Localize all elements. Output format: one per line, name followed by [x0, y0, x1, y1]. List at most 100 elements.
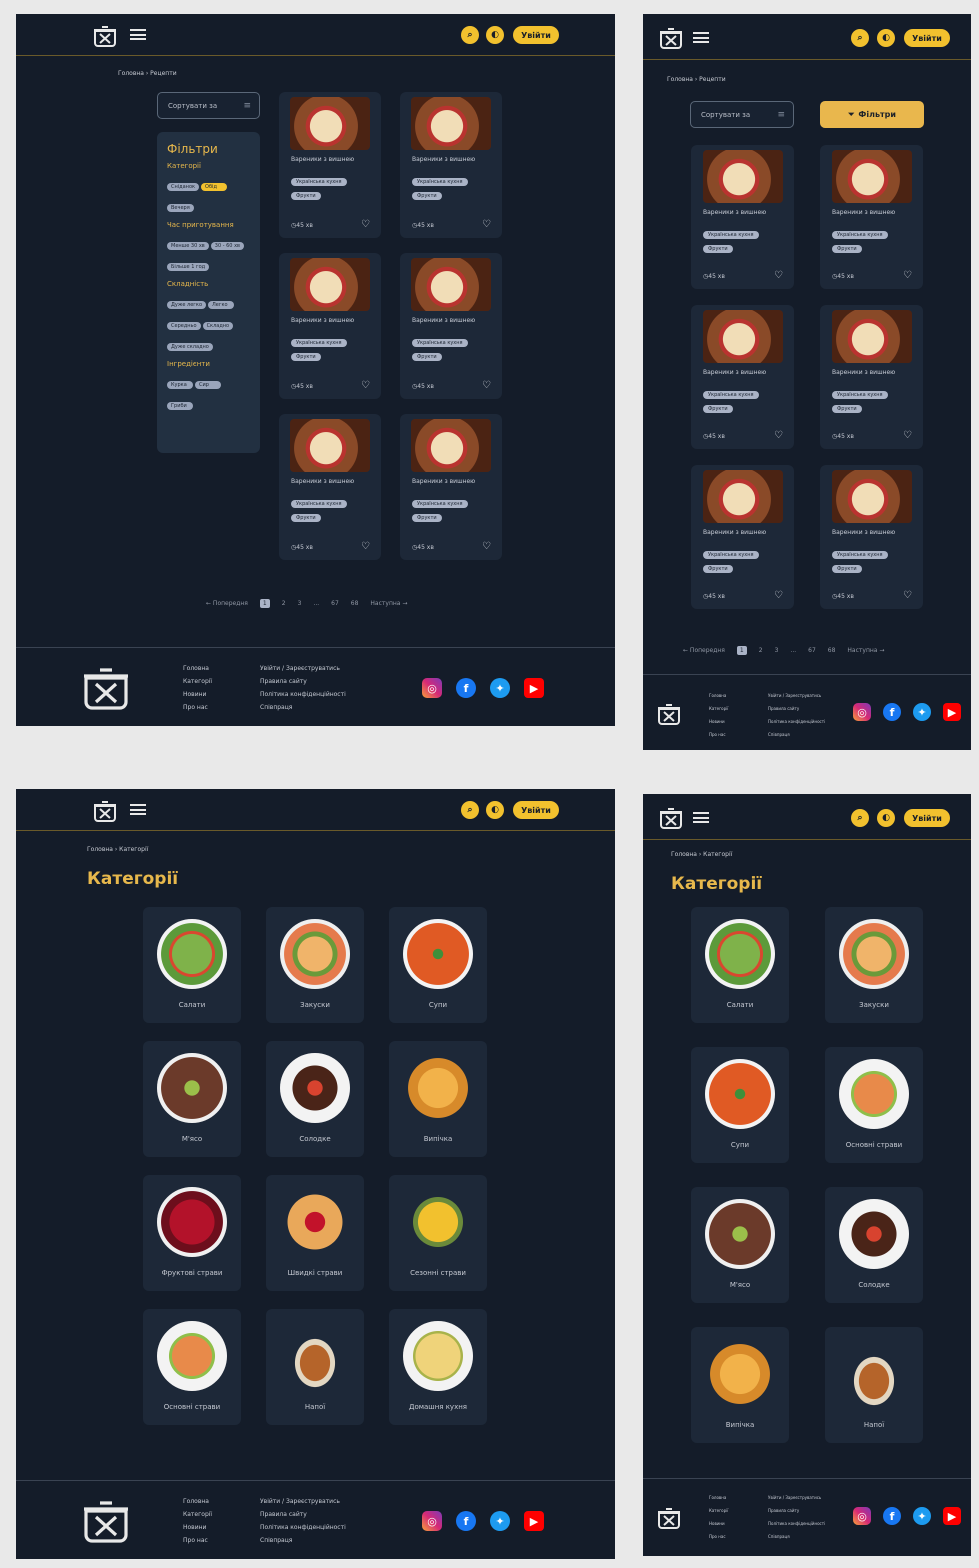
recipe-card[interactable]: Вареники з вишнею Українська кухня Фрукти ◷…	[400, 253, 502, 399]
footer-link[interactable]: Увійти / Зареєструватись	[768, 1491, 825, 1504]
category-tile[interactable]: Салати	[143, 907, 241, 1023]
page-link[interactable]: 68	[828, 647, 836, 654]
instagram-icon[interactable]: ◎	[853, 1507, 871, 1525]
sort-dropdown[interactable]: Сортувати за	[690, 101, 794, 128]
footer-link[interactable]: Співпраця	[260, 701, 346, 714]
footer-link[interactable]: Категорії	[183, 1508, 212, 1521]
page-link[interactable]: 3	[298, 600, 302, 607]
heart-icon[interactable]: ♡	[774, 431, 783, 441]
footer-link[interactable]: Про нас	[183, 701, 212, 714]
category-tile[interactable]: М'ясо	[691, 1187, 789, 1303]
category-tile[interactable]: Основні страви	[825, 1047, 923, 1163]
login-button[interactable]: Увійти	[904, 809, 950, 827]
twitter-icon[interactable]: ✦	[490, 1511, 510, 1531]
heart-icon[interactable]: ♡	[482, 220, 491, 230]
youtube-icon[interactable]: ▶	[524, 678, 544, 698]
menu-icon[interactable]	[693, 32, 709, 43]
theme-icon[interactable]: ◐	[877, 29, 895, 47]
facebook-icon[interactable]: f	[456, 678, 476, 698]
footer-link[interactable]: Про нас	[183, 1534, 212, 1547]
footer-link[interactable]: Про нас	[709, 728, 728, 741]
category-tile[interactable]: Випічка	[389, 1041, 487, 1157]
login-button[interactable]: Увійти	[513, 26, 559, 44]
filter-chip[interactable]: Легко	[208, 301, 235, 309]
category-tile[interactable]: Супи	[691, 1047, 789, 1163]
recipe-card[interactable]: Вареники з вишнею Українська кухня Фрукти ◷…	[691, 305, 794, 449]
menu-icon[interactable]	[693, 812, 709, 823]
footer-link[interactable]: Головна	[183, 662, 212, 675]
footer-link[interactable]: Правила сайту	[768, 1504, 825, 1517]
footer-link[interactable]: Новини	[183, 688, 212, 701]
facebook-icon[interactable]: f	[883, 1507, 901, 1525]
page-link[interactable]: 67	[331, 600, 339, 607]
recipe-card[interactable]: Вареники з вишнею Українська кухня Фрукти ◷…	[400, 414, 502, 560]
footer-link[interactable]: Політика конфіденційності	[260, 1521, 346, 1534]
twitter-icon[interactable]: ✦	[913, 1507, 931, 1525]
footer-link[interactable]: Про нас	[709, 1530, 728, 1543]
page-link[interactable]: 2	[282, 600, 286, 607]
filter-chip[interactable]: Більше 1 год	[167, 263, 210, 271]
footer-link[interactable]: Правила сайту	[768, 702, 825, 715]
category-tile[interactable]: Сезонні страви	[389, 1175, 487, 1291]
category-tile[interactable]: Основні страви	[143, 1309, 241, 1425]
category-tile[interactable]: Солодке	[825, 1187, 923, 1303]
recipe-card[interactable]: Вареники з вишнею Українська кухня Фрукти ◷…	[279, 253, 381, 399]
footer-link[interactable]: Увійти / Зареєструватись	[260, 662, 346, 675]
youtube-icon[interactable]: ▶	[943, 1507, 961, 1525]
youtube-icon[interactable]: ▶	[524, 1511, 544, 1531]
footer-link[interactable]: Правила сайту	[260, 1508, 346, 1521]
login-button[interactable]: Увійти	[904, 29, 950, 47]
filter-chip[interactable]: Обід	[201, 183, 228, 191]
heart-icon[interactable]: ♡	[903, 431, 912, 441]
footer-link[interactable]: Категорії	[709, 1504, 728, 1517]
footer-link[interactable]: Співпраця	[260, 1534, 346, 1547]
category-tile[interactable]: Закуски	[825, 907, 923, 1023]
filter-chip[interactable]: Сир	[195, 381, 221, 389]
theme-icon[interactable]: ◐	[877, 809, 895, 827]
instagram-icon[interactable]: ◎	[422, 1511, 442, 1531]
instagram-icon[interactable]: ◎	[422, 678, 442, 698]
recipe-card[interactable]: Вареники з вишнею Українська кухня Фрукти ◷…	[400, 92, 502, 238]
search-icon[interactable]: ⌕	[851, 29, 869, 47]
prev-page-link[interactable]: ← Попередня	[206, 600, 248, 607]
filter-chip[interactable]: Середньо	[167, 322, 201, 330]
footer-link[interactable]: Новини	[709, 1517, 728, 1530]
category-tile[interactable]: Напої	[825, 1327, 923, 1443]
footer-link[interactable]: Політика конфіденційності	[768, 1517, 825, 1530]
footer-link[interactable]: Категорії	[183, 675, 212, 688]
page-link[interactable]: 3	[775, 647, 779, 654]
category-tile[interactable]: Напої	[266, 1309, 364, 1425]
theme-icon[interactable]: ◐	[486, 801, 504, 819]
footer-link[interactable]: Увійти / Зареєструватись	[260, 1495, 346, 1508]
pot-logo-icon[interactable]	[91, 21, 119, 49]
category-tile[interactable]: Випічка	[691, 1327, 789, 1443]
prev-page-link[interactable]: ← Попередня	[683, 647, 725, 654]
pot-logo-icon[interactable]	[657, 803, 685, 831]
footer-link[interactable]: Співпраця	[768, 1530, 825, 1543]
page-link[interactable]: 67	[808, 647, 816, 654]
footer-link[interactable]: Увійти / Зареєструватись	[768, 689, 825, 702]
category-tile[interactable]: Фруктові страви	[143, 1175, 241, 1291]
filter-chip[interactable]: Дуже легко	[167, 301, 207, 309]
filter-chip[interactable]: Гриби	[167, 402, 193, 410]
heart-icon[interactable]: ♡	[361, 220, 370, 230]
search-icon[interactable]: ⌕	[461, 26, 479, 44]
recipe-card[interactable]: Вареники з вишнею Українська кухня Фрукти ◷…	[820, 465, 923, 609]
page-link[interactable]: 2	[759, 647, 763, 654]
page-link[interactable]: 1	[736, 646, 747, 655]
category-tile[interactable]: Швидкі страви	[266, 1175, 364, 1291]
recipe-card[interactable]: Вареники з вишнею Українська кухня Фрукти ◷…	[691, 465, 794, 609]
search-icon[interactable]: ⌕	[851, 809, 869, 827]
theme-icon[interactable]: ◐	[486, 26, 504, 44]
page-link[interactable]: 1	[259, 599, 270, 608]
filter-chip[interactable]: Дуже складно	[167, 343, 213, 351]
category-tile[interactable]: М'ясо	[143, 1041, 241, 1157]
recipe-card[interactable]: Вареники з вишнею Українська кухня Фрукти ◷…	[279, 92, 381, 238]
facebook-icon[interactable]: f	[456, 1511, 476, 1531]
filter-chip[interactable]: 30 - 60 хв	[210, 242, 244, 250]
twitter-icon[interactable]: ✦	[913, 703, 931, 721]
filter-chip[interactable]: Вечеря	[167, 204, 194, 212]
recipe-card[interactable]: Вареники з вишнею Українська кухня Фрукти ◷…	[279, 414, 381, 560]
recipe-card[interactable]: Вареники з вишнею Українська кухня Фрукти ◷…	[820, 305, 923, 449]
heart-icon[interactable]: ♡	[361, 542, 370, 552]
